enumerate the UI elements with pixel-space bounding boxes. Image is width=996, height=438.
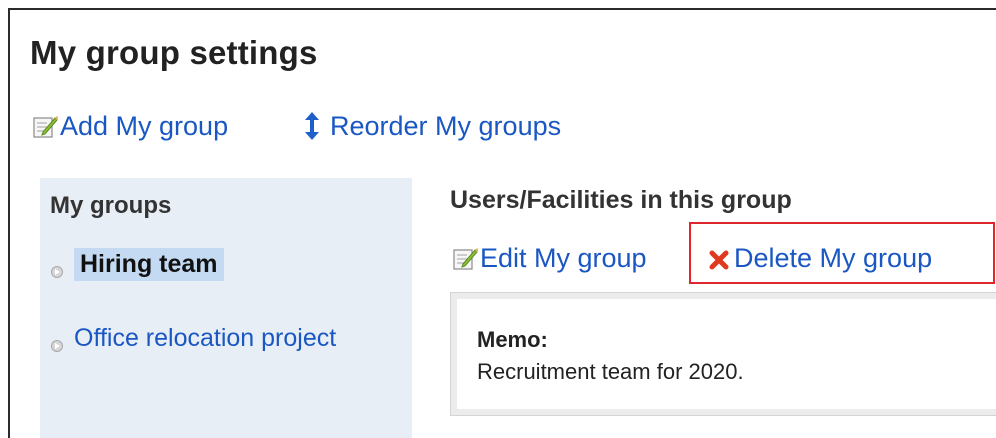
add-my-group-link[interactable]: Add My group — [32, 106, 228, 146]
edit-icon — [32, 113, 59, 139]
sidebar-item-label: Hiring team — [74, 247, 224, 281]
reorder-my-groups-label: Reorder My groups — [330, 110, 562, 141]
sidebar-item-label: Office relocation project — [74, 323, 337, 352]
memo-text: Recruitment team for 2020. — [477, 359, 744, 384]
page-title: My group settings — [30, 34, 318, 71]
memo-box: Memo: Recruitment team for 2020. — [450, 292, 996, 416]
bullet-icon — [50, 331, 64, 352]
main-frame: My group settings Add My group Reorder M… — [8, 8, 996, 438]
add-my-group-label: Add My group — [60, 110, 229, 141]
memo-label: Memo: — [477, 327, 548, 352]
edit-icon — [452, 245, 479, 271]
delete-my-group-link[interactable]: Delete My group — [708, 236, 932, 280]
edit-my-group-label: Edit My group — [480, 242, 647, 273]
delete-my-group-label: Delete My group — [734, 242, 933, 273]
sidebar-heading: My groups — [50, 192, 172, 219]
my-groups-sidebar: My groups Hiring team Office relocation … — [40, 178, 412, 438]
delete-x-icon — [708, 247, 730, 270]
panel-heading: Users/Facilities in this group — [450, 186, 792, 214]
reorder-my-groups-link[interactable]: Reorder My groups — [302, 106, 561, 146]
bullet-icon — [50, 257, 64, 278]
sidebar-item-office-relocation[interactable]: Office relocation project — [50, 318, 336, 358]
edit-my-group-link[interactable]: Edit My group — [452, 236, 647, 280]
sidebar-item-hiring-team[interactable]: Hiring team — [50, 244, 224, 284]
reorder-arrows-icon — [302, 111, 322, 141]
